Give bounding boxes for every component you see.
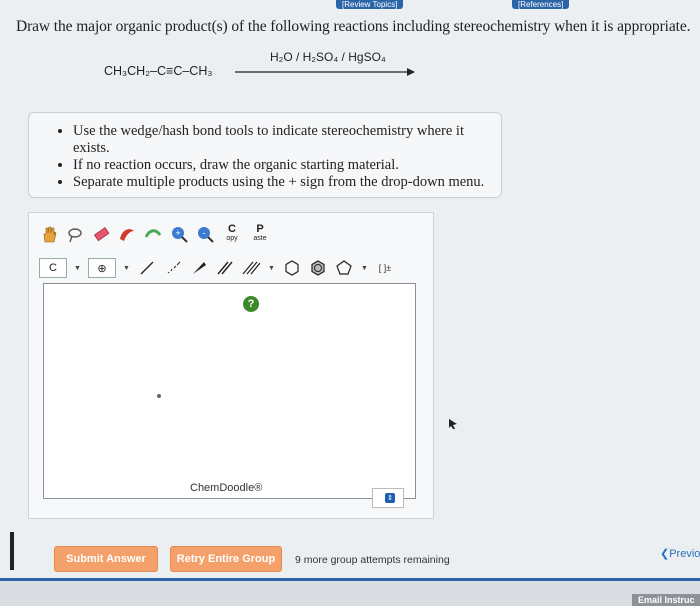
element-select-value: C [49,262,57,274]
chevron-down-icon[interactable]: ▼ [360,262,369,274]
copy-sublabel: opy [226,235,238,242]
reaction-scheme: CH₃CH₂–C≡C–CH₃ H₂O / H₂SO₄ / HgSO₄ [100,50,420,90]
question-prompt: Draw the major organic product(s) of the… [16,18,691,35]
top-nav: [Review Topics] [References] [0,0,700,10]
cursor-icon [449,419,457,429]
review-topics-link[interactable]: [Review Topics] [336,0,404,9]
bottom-bar [0,578,700,606]
cyclopentane-icon[interactable] [334,258,354,278]
bracket-tool[interactable]: [ ]± [375,258,395,278]
reaction-arrow-icon [235,68,415,76]
element-select[interactable]: C [39,258,67,278]
chemdoodle-editor: + - C opy P aste C ▼ ⊕ ▼ ▼ ▼ []± ? Chem… [28,212,457,519]
canvas-dot [157,394,161,398]
retry-group-button[interactable]: Retry Entire Group [170,546,282,572]
reactant-formula: CH₃CH₂–C≡C–CH₃ [104,64,213,78]
clear-tool-icon[interactable] [117,224,137,244]
toolbar-row-2: C ▼ ⊕ ▼ ▼ ▼ [ ]± [39,255,395,281]
scroll-spinner[interactable]: ⇕ [372,488,404,508]
svg-text:+: + [175,228,180,238]
benzene-icon[interactable] [308,258,328,278]
hand-tool-icon[interactable] [39,224,59,244]
copy-button[interactable]: C opy [221,222,243,246]
previous-label: Previo [669,548,700,560]
zoom-out-icon[interactable]: - [195,224,215,244]
chevron-down-icon[interactable]: ▼ [73,262,82,274]
instruction-item: Use the wedge/hash bond tools to indicat… [73,123,501,157]
email-instructor-button[interactable]: Email Instruc [632,594,700,606]
charge-icon: ⊕ [97,262,107,275]
help-icon[interactable]: ? [243,296,259,312]
chevron-left-icon: ❮ [660,548,670,560]
instruction-item: Separate multiple products using the + s… [73,174,501,191]
svg-text:-: - [203,228,206,238]
chevron-down-icon[interactable]: ▼ [267,262,276,274]
hash-bond-icon[interactable] [163,258,183,278]
lasso-tool-icon[interactable] [65,224,85,244]
double-bond-icon[interactable] [215,258,235,278]
eraser-tool-icon[interactable] [91,224,111,244]
reagent-label: H₂O / H₂SO₄ / HgSO₄ [270,50,386,64]
toolbar-row-1: + - C opy P aste [39,221,271,247]
references-link[interactable]: [References] [512,0,570,9]
charge-tool[interactable]: ⊕ [88,258,116,278]
left-divider [10,532,14,570]
single-bond-icon[interactable] [137,258,157,278]
paste-button[interactable]: P aste [249,222,271,246]
triple-bond-icon[interactable] [241,258,261,278]
wedge-bond-icon[interactable] [189,258,209,278]
attempts-remaining: 9 more group attempts remaining [295,554,450,566]
instructions-box: Use the wedge/hash bond tools to indicat… [28,112,502,198]
instruction-item: If no reaction occurs, draw the organic … [73,157,501,174]
zoom-in-icon[interactable]: + [169,224,189,244]
spinner-arrows-icon: ⇕ [385,493,395,503]
chemdoodle-brand: ChemDoodle® [190,482,263,494]
chevron-down-icon[interactable]: ▼ [122,262,131,274]
bottom-bar-edge [0,578,700,581]
redo-arrow-icon[interactable] [143,224,163,244]
previous-link[interactable]: ❮Previo [660,547,700,560]
drawing-canvas[interactable]: ? ChemDoodle® [43,283,457,499]
bracket-icon: [ ]± [378,263,392,273]
paste-label: P [256,223,264,235]
cyclohexane-icon[interactable] [282,258,302,278]
paste-sublabel: aste [253,235,267,242]
copy-label: C [228,223,236,235]
submit-answer-button[interactable]: Submit Answer [54,546,158,572]
